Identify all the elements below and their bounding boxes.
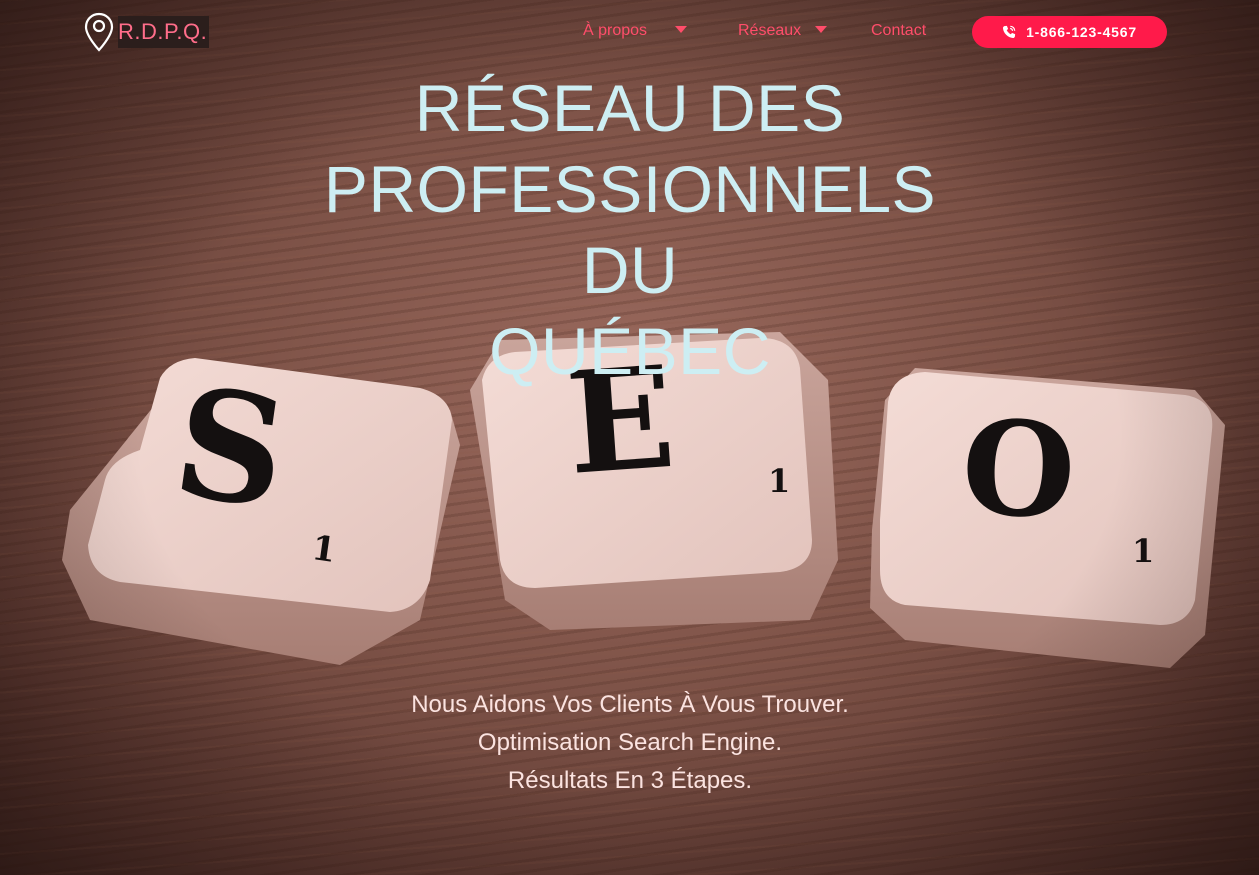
tagline-line-2: Optimisation Search Engine.	[477, 729, 783, 756]
nav-networks-dropdown[interactable]: Réseaux	[738, 22, 828, 40]
tile-s: S 1	[62, 354, 460, 665]
brand-name: R.D.P.Q.	[118, 16, 210, 48]
phone-call-button[interactable]: 1-866-123-4567	[972, 16, 1167, 48]
tile-o-letter: O	[958, 390, 1079, 549]
caret-down-icon	[815, 25, 828, 33]
nav-about-dropdown[interactable]: À propos	[583, 22, 688, 40]
phone-icon	[1003, 25, 1016, 39]
nav-contact-label: Contact	[871, 22, 927, 39]
tile-o: O 1	[870, 368, 1225, 668]
nav-about-label: À propos	[583, 22, 648, 39]
hero-title-line-3: QUÉBEC	[489, 314, 771, 388]
hero-title: RÉSEAU DES PROFESSIONNELS DU QUÉBEC	[280, 68, 980, 392]
hero-tagline: Nous Aidons Vos Clients À Vous Trouver. …	[280, 686, 980, 800]
top-navbar: R.D.P.Q. À propos Réseaux Contact 1-866-…	[0, 0, 1259, 64]
phone-number-label: 1-866-123-4567	[1026, 24, 1137, 40]
hero-page: S 1 E 1 O 1 R.D.P.Q. À propos Réseaux Co…	[0, 0, 1259, 875]
nav-networks-label: Réseaux	[738, 22, 802, 39]
map-pin-icon	[84, 12, 114, 52]
tagline-line-1: Nous Aidons Vos Clients À Vous Trouver.	[411, 691, 849, 718]
hero-title-line-1: RÉSEAU DES	[414, 71, 846, 145]
caret-down-icon	[675, 25, 688, 33]
brand-logo-link[interactable]: R.D.P.Q.	[84, 12, 210, 52]
hero-title-line-2: PROFESSIONNELS DU	[323, 152, 937, 307]
nav-contact-link[interactable]: Contact	[871, 22, 926, 40]
tile-o-sub: 1	[1132, 532, 1154, 570]
tile-e-sub: 1	[768, 462, 790, 500]
tagline-line-3: Résultats En 3 Étapes.	[507, 767, 753, 794]
